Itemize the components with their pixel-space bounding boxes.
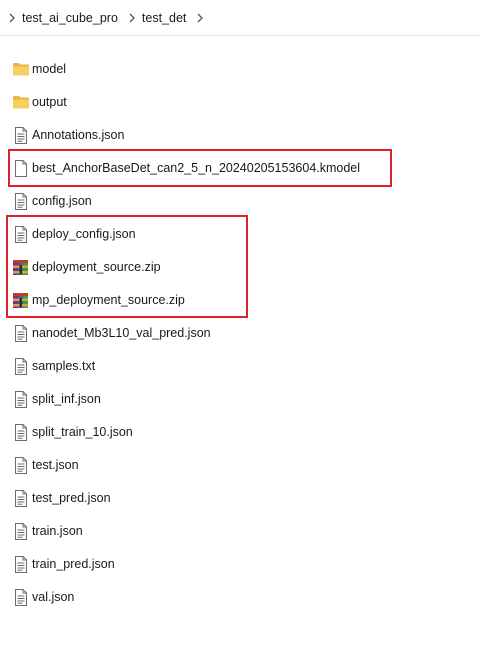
file-name: split_inf.json (32, 392, 101, 406)
file-row[interactable]: deploy_config.json (12, 223, 136, 245)
file-name: model (32, 62, 67, 76)
chevron-right-icon[interactable] (4, 10, 20, 26)
file-name: deploy_config.json (32, 227, 136, 241)
breadcrumb-item-test-ai-cube-pro[interactable]: test_ai_cube_pro (20, 11, 120, 25)
text-document-icon (12, 225, 30, 243)
file-name: test_pred.json (32, 491, 111, 505)
file-row[interactable]: model (12, 58, 66, 80)
text-document-icon (12, 588, 30, 606)
file-name: nanodet_Mb3L10_val_pred.json (32, 326, 211, 340)
file-name: Annotations.json (32, 128, 125, 142)
file-name: train_pred.json (32, 557, 115, 571)
file-name: output (32, 95, 67, 109)
winrar-archive-icon (12, 291, 30, 309)
file-name: deployment_source.zip (32, 260, 161, 274)
file-name: config.json (32, 194, 92, 208)
chevron-right-icon[interactable] (192, 10, 208, 26)
text-document-icon (12, 126, 30, 144)
file-row[interactable]: best_AnchorBaseDet_can2_5_n_202402051536… (12, 157, 360, 179)
text-document-icon (12, 324, 30, 342)
text-document-icon (12, 456, 30, 474)
file-name: best_AnchorBaseDet_can2_5_n_202402051536… (32, 161, 361, 175)
text-document-icon (12, 522, 30, 540)
file-row[interactable]: split_train_10.json (12, 421, 133, 443)
file-row[interactable]: train.json (12, 520, 83, 542)
file-row[interactable]: config.json (12, 190, 92, 212)
text-document-icon (12, 357, 30, 375)
file-row[interactable]: val.json (12, 586, 74, 608)
file-name: val.json (32, 590, 75, 604)
text-document-icon (12, 555, 30, 573)
text-document-icon (12, 489, 30, 507)
file-row[interactable]: nanodet_Mb3L10_val_pred.json (12, 322, 211, 344)
file-row[interactable]: deployment_source.zip (12, 256, 161, 278)
file-row[interactable]: test.json (12, 454, 79, 476)
winrar-archive-icon (12, 258, 30, 276)
breadcrumb-item-test-det[interactable]: test_det (140, 11, 188, 25)
file-row[interactable]: train_pred.json (12, 553, 115, 575)
file-row[interactable]: split_inf.json (12, 388, 101, 410)
text-document-icon (12, 390, 30, 408)
folder-icon (12, 93, 30, 111)
file-name: split_train_10.json (32, 425, 133, 439)
file-row[interactable]: test_pred.json (12, 487, 111, 509)
chevron-right-icon[interactable] (124, 10, 140, 26)
breadcrumb: test_ai_cube_pro test_det (0, 0, 480, 36)
file-name: test.json (32, 458, 79, 472)
text-document-icon (12, 423, 30, 441)
folder-icon (12, 60, 30, 78)
file-row[interactable]: mp_deployment_source.zip (12, 289, 185, 311)
file-name: samples.txt (32, 359, 96, 373)
file-name: train.json (32, 524, 83, 538)
file-row[interactable]: output (12, 91, 67, 113)
file-row[interactable]: Annotations.json (12, 124, 124, 146)
blank-document-icon (12, 159, 30, 177)
text-document-icon (12, 192, 30, 210)
file-row[interactable]: samples.txt (12, 355, 95, 377)
file-name: mp_deployment_source.zip (32, 293, 185, 307)
